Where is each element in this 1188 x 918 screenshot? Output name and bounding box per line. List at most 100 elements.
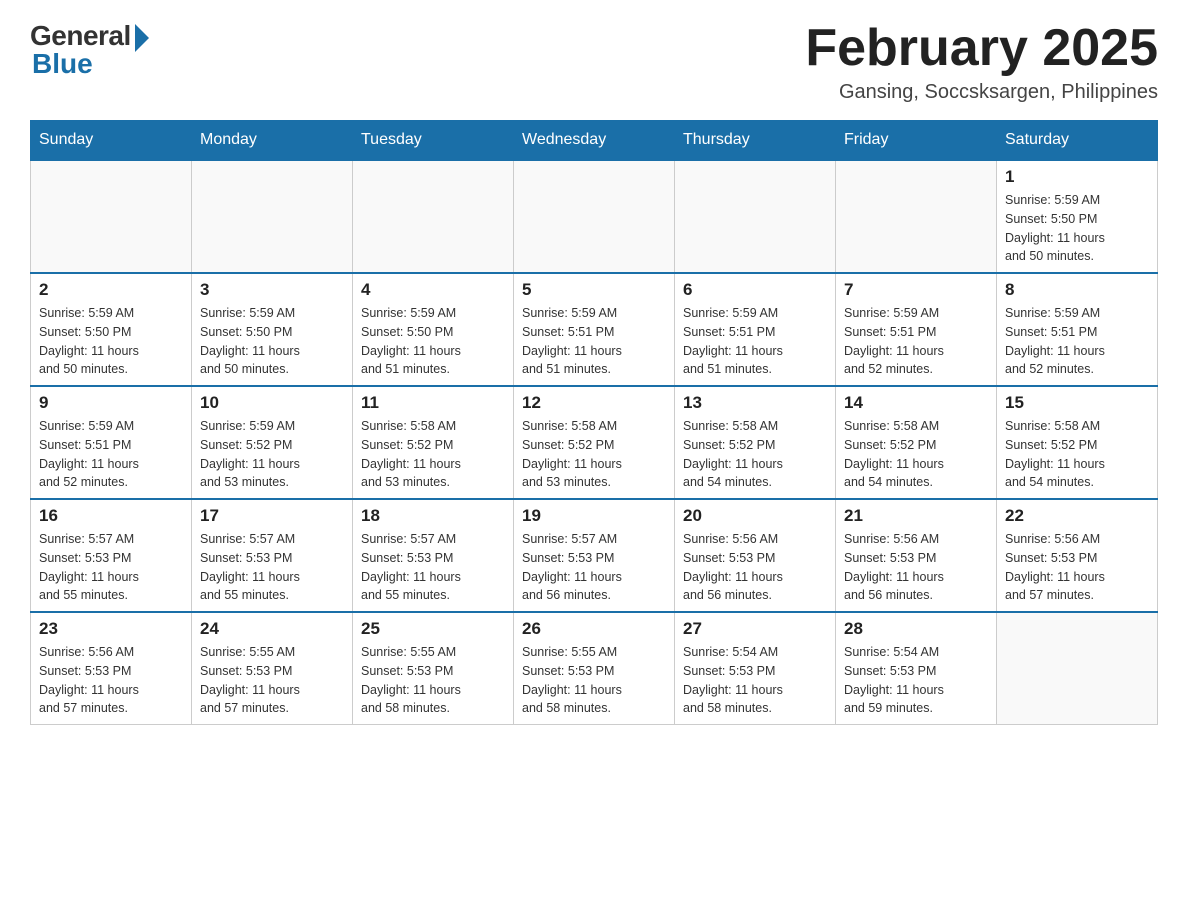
day-number: 20 [683, 506, 827, 526]
day-info: Sunrise: 5:58 AMSunset: 5:52 PMDaylight:… [522, 417, 666, 492]
calendar-cell: 25 Sunrise: 5:55 AMSunset: 5:53 PMDayligh… [353, 612, 514, 725]
day-info: Sunrise: 5:56 AMSunset: 5:53 PMDaylight:… [844, 530, 988, 605]
calendar-cell: 7 Sunrise: 5:59 AMSunset: 5:51 PMDaylight… [836, 273, 997, 386]
location-subtitle: Gansing, Soccsksargen, Philippines [805, 81, 1158, 104]
weekday-header-friday: Friday [836, 121, 997, 161]
day-info: Sunrise: 5:58 AMSunset: 5:52 PMDaylight:… [683, 417, 827, 492]
day-info: Sunrise: 5:59 AMSunset: 5:51 PMDaylight:… [39, 417, 183, 492]
weekday-header-row: SundayMondayTuesdayWednesdayThursdayFrid… [31, 121, 1158, 161]
calendar-cell: 12Sunrise: 5:58 AMSunset: 5:52 PMDayligh… [514, 386, 675, 499]
page-header: General Blue February 2025 Gansing, Socc… [30, 20, 1158, 104]
calendar-cell: 8 Sunrise: 5:59 AMSunset: 5:51 PMDaylight… [997, 273, 1158, 386]
calendar-cell: 11 Sunrise: 5:58 AMSunset: 5:52 PMDayligh… [353, 386, 514, 499]
calendar-cell: 16 Sunrise: 5:57 AMSunset: 5:53 PMDayligh… [31, 499, 192, 612]
day-number: 11 [361, 393, 505, 413]
day-info: Sunrise: 5:59 AMSunset: 5:50 PMDaylight:… [1005, 191, 1149, 266]
day-number: 23 [39, 619, 183, 639]
calendar-cell: 22 Sunrise: 5:56 AMSunset: 5:53 PMDayligh… [997, 499, 1158, 612]
calendar-cell: 20Sunrise: 5:56 AMSunset: 5:53 PMDayligh… [675, 499, 836, 612]
calendar-cell: 4 Sunrise: 5:59 AMSunset: 5:50 PMDaylight… [353, 273, 514, 386]
day-number: 10 [200, 393, 344, 413]
day-number: 24 [200, 619, 344, 639]
day-number: 7 [844, 280, 988, 300]
calendar-cell [514, 160, 675, 273]
day-info: Sunrise: 5:59 AMSunset: 5:51 PMDaylight:… [683, 304, 827, 379]
day-number: 22 [1005, 506, 1149, 526]
calendar-cell: 9 Sunrise: 5:59 AMSunset: 5:51 PMDaylight… [31, 386, 192, 499]
day-number: 25 [361, 619, 505, 639]
day-number: 3 [200, 280, 344, 300]
day-number: 4 [361, 280, 505, 300]
calendar-cell [997, 612, 1158, 725]
day-number: 1 [1005, 167, 1149, 187]
day-number: 27 [683, 619, 827, 639]
calendar-week-5: 23 Sunrise: 5:56 AMSunset: 5:53 PMDayligh… [31, 612, 1158, 725]
calendar-cell: 26Sunrise: 5:55 AMSunset: 5:53 PMDayligh… [514, 612, 675, 725]
calendar-cell [675, 160, 836, 273]
day-info: Sunrise: 5:57 AMSunset: 5:53 PMDaylight:… [361, 530, 505, 605]
calendar-week-4: 16 Sunrise: 5:57 AMSunset: 5:53 PMDayligh… [31, 499, 1158, 612]
calendar-cell: 2 Sunrise: 5:59 AMSunset: 5:50 PMDaylight… [31, 273, 192, 386]
day-number: 5 [522, 280, 666, 300]
calendar-cell: 14 Sunrise: 5:58 AMSunset: 5:52 PMDayligh… [836, 386, 997, 499]
day-info: Sunrise: 5:59 AMSunset: 5:52 PMDaylight:… [200, 417, 344, 492]
weekday-header-wednesday: Wednesday [514, 121, 675, 161]
calendar-table: SundayMondayTuesdayWednesdayThursdayFrid… [30, 120, 1158, 725]
calendar-week-1: 1 Sunrise: 5:59 AMSunset: 5:50 PMDaylight… [31, 160, 1158, 273]
calendar-cell [353, 160, 514, 273]
day-info: Sunrise: 5:56 AMSunset: 5:53 PMDaylight:… [1005, 530, 1149, 605]
calendar-cell [836, 160, 997, 273]
day-number: 14 [844, 393, 988, 413]
calendar-cell: 28 Sunrise: 5:54 AMSunset: 5:53 PMDayligh… [836, 612, 997, 725]
day-number: 13 [683, 393, 827, 413]
day-number: 2 [39, 280, 183, 300]
day-info: Sunrise: 5:54 AMSunset: 5:53 PMDaylight:… [844, 643, 988, 718]
day-info: Sunrise: 5:59 AMSunset: 5:50 PMDaylight:… [200, 304, 344, 379]
weekday-header-sunday: Sunday [31, 121, 192, 161]
weekday-header-monday: Monday [192, 121, 353, 161]
calendar-week-2: 2 Sunrise: 5:59 AMSunset: 5:50 PMDaylight… [31, 273, 1158, 386]
calendar-cell: 10 Sunrise: 5:59 AMSunset: 5:52 PMDayligh… [192, 386, 353, 499]
calendar-cell: 19 Sunrise: 5:57 AMSunset: 5:53 PMDayligh… [514, 499, 675, 612]
calendar-cell: 27 Sunrise: 5:54 AMSunset: 5:53 PMDayligh… [675, 612, 836, 725]
day-number: 21 [844, 506, 988, 526]
day-info: Sunrise: 5:59 AMSunset: 5:51 PMDaylight:… [1005, 304, 1149, 379]
day-info: Sunrise: 5:57 AMSunset: 5:53 PMDaylight:… [522, 530, 666, 605]
calendar-cell: 5 Sunrise: 5:59 AMSunset: 5:51 PMDaylight… [514, 273, 675, 386]
day-info: Sunrise: 5:54 AMSunset: 5:53 PMDaylight:… [683, 643, 827, 718]
day-info: Sunrise: 5:59 AMSunset: 5:51 PMDaylight:… [844, 304, 988, 379]
day-number: 18 [361, 506, 505, 526]
day-info: Sunrise: 5:59 AMSunset: 5:51 PMDaylight:… [522, 304, 666, 379]
day-number: 19 [522, 506, 666, 526]
calendar-cell: 1 Sunrise: 5:59 AMSunset: 5:50 PMDaylight… [997, 160, 1158, 273]
day-info: Sunrise: 5:56 AMSunset: 5:53 PMDaylight:… [39, 643, 183, 718]
weekday-header-thursday: Thursday [675, 121, 836, 161]
day-number: 6 [683, 280, 827, 300]
title-section: February 2025 Gansing, Soccsksargen, Phi… [805, 20, 1158, 104]
day-number: 16 [39, 506, 183, 526]
day-info: Sunrise: 5:57 AMSunset: 5:53 PMDaylight:… [200, 530, 344, 605]
month-year-title: February 2025 [805, 20, 1158, 77]
day-info: Sunrise: 5:58 AMSunset: 5:52 PMDaylight:… [844, 417, 988, 492]
day-info: Sunrise: 5:55 AMSunset: 5:53 PMDaylight:… [361, 643, 505, 718]
weekday-header-saturday: Saturday [997, 121, 1158, 161]
day-info: Sunrise: 5:59 AMSunset: 5:50 PMDaylight:… [361, 304, 505, 379]
logo: General Blue [30, 20, 149, 80]
day-number: 26 [522, 619, 666, 639]
weekday-header-tuesday: Tuesday [353, 121, 514, 161]
day-number: 8 [1005, 280, 1149, 300]
calendar-cell: 13 Sunrise: 5:58 AMSunset: 5:52 PMDayligh… [675, 386, 836, 499]
day-info: Sunrise: 5:55 AMSunset: 5:53 PMDaylight:… [200, 643, 344, 718]
calendar-cell [31, 160, 192, 273]
calendar-cell: 18 Sunrise: 5:57 AMSunset: 5:53 PMDayligh… [353, 499, 514, 612]
day-info: Sunrise: 5:57 AMSunset: 5:53 PMDaylight:… [39, 530, 183, 605]
calendar-cell: 15Sunrise: 5:58 AMSunset: 5:52 PMDayligh… [997, 386, 1158, 499]
day-number: 28 [844, 619, 988, 639]
day-number: 17 [200, 506, 344, 526]
calendar-cell: 24 Sunrise: 5:55 AMSunset: 5:53 PMDayligh… [192, 612, 353, 725]
logo-arrow-icon [135, 24, 149, 52]
day-info: Sunrise: 5:59 AMSunset: 5:50 PMDaylight:… [39, 304, 183, 379]
day-number: 9 [39, 393, 183, 413]
day-number: 15 [1005, 393, 1149, 413]
day-info: Sunrise: 5:58 AMSunset: 5:52 PMDaylight:… [361, 417, 505, 492]
